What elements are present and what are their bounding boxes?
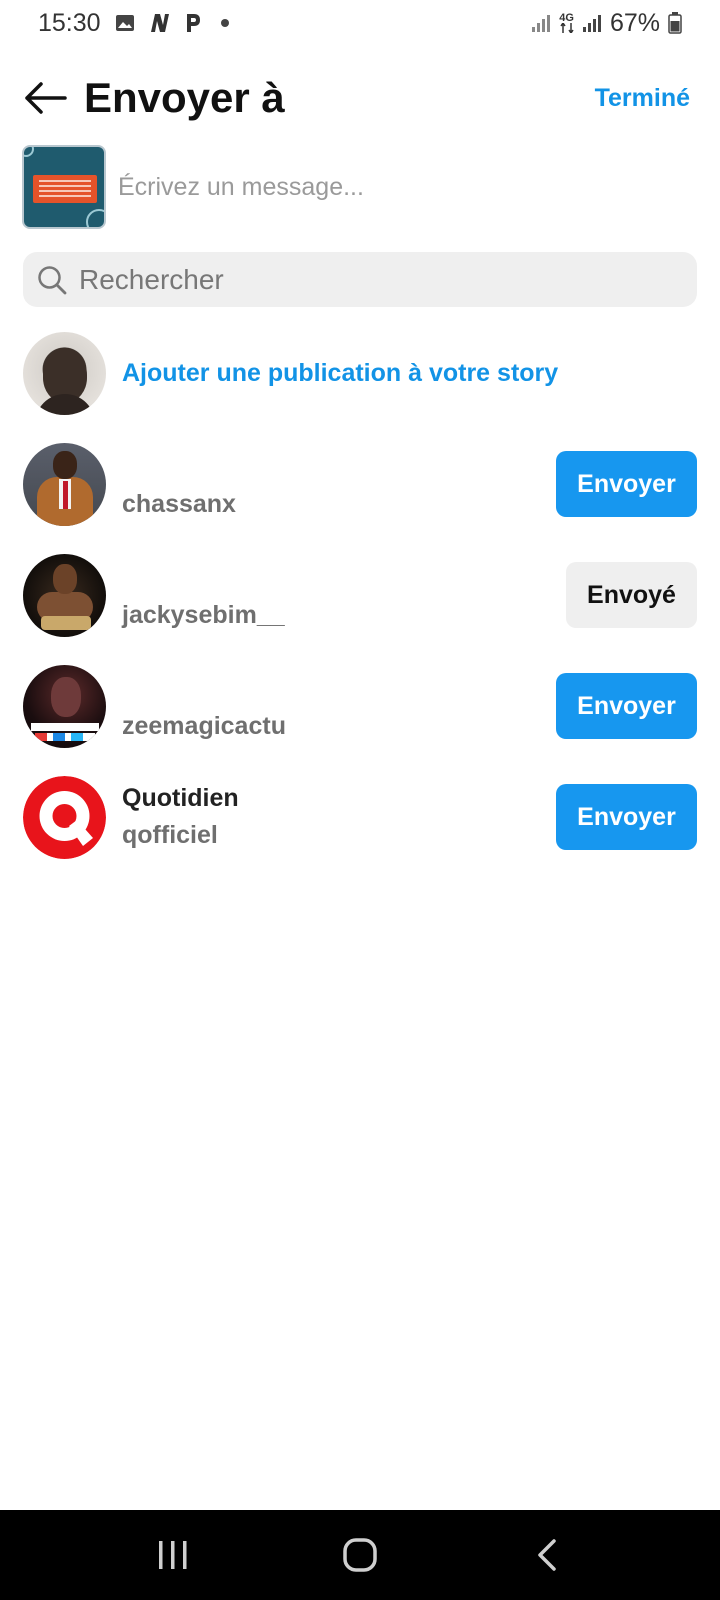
thumbnail-decoration <box>86 209 104 227</box>
home-button[interactable] <box>320 1520 400 1590</box>
page-title: Envoyer à <box>84 74 285 121</box>
system-nav-bar <box>0 1510 720 1600</box>
quotidien-logo-avatar <box>23 775 106 859</box>
search-bar[interactable] <box>23 252 697 307</box>
row-text: zeemagicactu <box>122 672 556 741</box>
send-button[interactable]: Envoyer <box>556 673 697 739</box>
network-type-label: 4G <box>559 12 574 24</box>
signal-strength-icon <box>582 13 602 33</box>
avatar <box>23 664 106 748</box>
avatar-body <box>35 393 95 415</box>
system-back-button[interactable] <box>507 1520 587 1590</box>
thumbnail-text-graphic <box>33 175 97 203</box>
avatar-cloth <box>41 615 91 630</box>
avatar <box>23 442 106 526</box>
network-type-icon: 4G <box>559 13 574 33</box>
avatar-tie <box>63 480 68 509</box>
username: qofficiel <box>122 821 218 849</box>
thumbnail-decoration <box>24 147 34 157</box>
gallery-icon <box>115 14 135 32</box>
quotidien-logo-icon <box>23 775 106 859</box>
username: zeemagicactu <box>122 711 286 740</box>
username: chassanx <box>122 489 236 518</box>
avatar <box>23 553 106 637</box>
status-bar: 15:30 4G 67% <box>0 0 720 46</box>
done-button[interactable]: Terminé <box>595 84 690 113</box>
row-text: chassanx <box>122 450 556 519</box>
chevron-left-icon <box>537 1539 556 1571</box>
send-button[interactable]: Envoyer <box>556 784 697 850</box>
screen: 15:30 4G 67% Envoyer à Terminé Écrivez u… <box>0 0 720 1600</box>
arrow-left-icon <box>25 82 67 114</box>
row-text: jackysebim__ <box>122 561 566 630</box>
avatar-person <box>51 676 81 717</box>
add-to-story-row[interactable]: Ajouter une publication à votre story <box>23 331 697 415</box>
post-thumbnail <box>22 145 106 229</box>
row-text: Ajouter une publication à votre story <box>122 359 697 388</box>
back-button[interactable] <box>22 75 68 121</box>
list-item: jackysebim__ Envoyé <box>23 553 697 637</box>
message-composer <box>22 145 698 229</box>
message-input[interactable] <box>118 172 698 202</box>
recents-button[interactable] <box>133 1520 213 1590</box>
n-app-icon <box>149 13 171 33</box>
recents-icon <box>159 1541 187 1569</box>
display-name: Quotidien <box>122 784 239 812</box>
list-item: Quotidien qofficiel Envoyer <box>23 775 697 859</box>
notification-dot-icon <box>220 19 229 27</box>
avatar-social-icons <box>35 732 95 741</box>
send-button[interactable]: Envoyer <box>556 451 697 517</box>
avatar-head <box>53 563 77 594</box>
add-to-story-label: Ajouter une publication à votre story <box>122 358 559 387</box>
status-right: 4G 67% <box>531 9 682 38</box>
search-icon <box>38 265 67 294</box>
row-text: Quotidien qofficiel <box>122 784 556 850</box>
avatar-banner <box>31 722 99 731</box>
home-icon <box>343 1538 377 1572</box>
status-left: 15:30 <box>38 9 229 38</box>
p-app-icon <box>185 13 201 33</box>
battery-icon <box>668 12 682 34</box>
header: Envoyer à Terminé <box>0 62 720 134</box>
search-input[interactable] <box>79 263 683 296</box>
thumbnail-title-graphic <box>34 157 96 171</box>
username: jackysebim__ <box>122 600 285 629</box>
signal-icon <box>531 13 551 33</box>
list-item: chassanx Envoyer <box>23 442 697 526</box>
avatar-head <box>53 450 77 479</box>
list-item: zeemagicactu Envoyer <box>23 664 697 748</box>
battery-percent: 67% <box>609 8 660 37</box>
avatar <box>23 331 106 415</box>
status-time: 15:30 <box>38 8 101 37</box>
sent-button[interactable]: Envoyé <box>566 562 697 628</box>
